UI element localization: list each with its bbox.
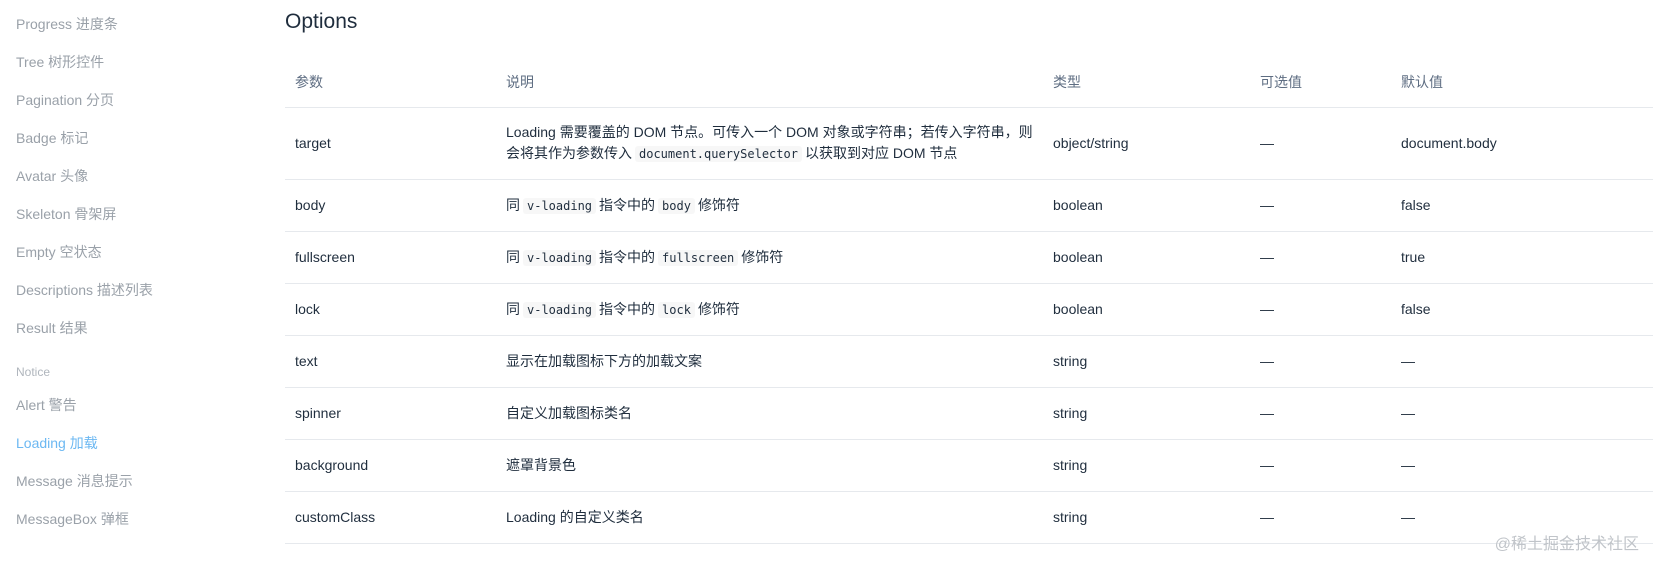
cell-desc: 自定义加载图标类名 [496,387,1043,440]
header-options: 可选值 [1250,56,1391,108]
cell-param: text [285,335,496,388]
cell-param: customClass [285,491,496,544]
sidebar-item-empty[interactable]: Empty 空状态 [16,242,102,262]
cell-options: — [1250,491,1391,544]
page-title: Options [285,10,358,33]
sidebar-group-notice: Notice [16,365,51,379]
sidebar-item-badge[interactable]: Badge 标记 [16,128,88,148]
cell-desc: 同 v-loading 指令中的 lock 修饰符 [496,283,1043,336]
header-default: 默认值 [1391,56,1653,108]
desc-text: 修饰符 [697,196,740,213]
cell-param: body [285,179,496,232]
cell-desc: 同 v-loading 指令中的 body 修饰符 [496,179,1043,232]
code-snippet: v-loading [523,301,597,318]
code-snippet: fullscreen [658,249,739,266]
cell-desc: 显示在加载图标下方的加载文案 [496,335,1043,388]
cell-options: — [1250,387,1391,440]
cell-options: — [1250,283,1391,336]
table-header-row: 参数 说明 类型 可选值 默认值 [285,56,1653,108]
desc-text: 修饰符 [697,300,740,317]
cell-type: boolean [1043,231,1250,284]
cell-desc: Loading 的自定义类名 [496,491,1043,544]
cell-default: true [1391,231,1653,284]
cell-options: — [1250,335,1391,388]
desc-text: 同 [506,196,520,213]
code-snippet: v-loading [523,197,597,214]
sidebar-item-pagination[interactable]: Pagination 分页 [16,90,114,110]
table-row: customClass Loading 的自定义类名 string — — [285,491,1653,544]
sidebar-item-alert[interactable]: Alert 警告 [16,395,77,415]
table-row: fullscreen 同 v-loading 指令中的 fullscreen 修饰符 b… [285,231,1653,284]
table-row: lock 同 v-loading 指令中的 lock 修饰符 boolean — fal… [285,283,1653,336]
sidebar-item-tree[interactable]: Tree 树形控件 [16,52,104,72]
cell-options: — [1250,107,1391,180]
cell-type: string [1043,387,1250,440]
cell-options: — [1250,179,1391,232]
header-type: 类型 [1043,56,1250,108]
table-row: text 显示在加载图标下方的加载文案 string — — [285,335,1653,388]
sidebar-nav: Progress 进度条 Tree 树形控件 Pagination 分页 Bad… [0,0,250,570]
cell-type: string [1043,335,1250,388]
desc-text: 同 [506,300,520,317]
cell-options: — [1250,231,1391,284]
cell-desc: Loading 需要覆盖的 DOM 节点。可传入一个 DOM 对象或字符串；若传… [496,107,1043,180]
table-row: body 同 v-loading 指令中的 body 修饰符 boolean — fal… [285,179,1653,232]
desc-text: 指令中的 [599,196,656,213]
cell-param: background [285,439,496,492]
options-table: 参数 说明 类型 可选值 默认值 target Loading 需要覆盖的 DO… [285,56,1653,544]
header-desc: 说明 [496,56,1043,108]
table-row: background 遮罩背景色 string — — [285,439,1653,492]
table-row: spinner 自定义加载图标类名 string — — [285,387,1653,440]
cell-type: boolean [1043,283,1250,336]
desc-text: 以获取到对应 DOM 节点 [804,145,958,161]
sidebar-item-avatar[interactable]: Avatar 头像 [16,166,88,186]
header-param: 参数 [285,56,496,108]
cell-param: fullscreen [285,231,496,284]
cell-default: document.body [1391,107,1653,180]
watermark: @稀土掘金技术社区 [1494,536,1639,553]
cell-type: boolean [1043,179,1250,232]
cell-default: false [1391,179,1653,232]
main-content: Options 参数 说明 类型 可选值 默认值 target Loading … [285,0,1653,570]
sidebar-item-messagebox[interactable]: MessageBox 弹框 [16,509,129,529]
cell-default: — [1391,387,1653,440]
code-snippet: body [658,197,695,214]
sidebar-item-result[interactable]: Result 结果 [16,318,88,338]
cell-default: — [1391,335,1653,388]
sidebar-item-descriptions[interactable]: Descriptions 描述列表 [16,280,153,300]
cell-type: object/string [1043,107,1250,180]
cell-default: — [1391,439,1653,492]
table-row: target Loading 需要覆盖的 DOM 节点。可传入一个 DOM 对象… [285,107,1653,180]
sidebar-item-progress[interactable]: Progress 进度条 [16,14,118,34]
sidebar-item-message[interactable]: Message 消息提示 [16,471,133,491]
cell-default: false [1391,283,1653,336]
code-snippet: document.querySelector [635,146,802,162]
sidebar-item-loading[interactable]: Loading 加载 [16,433,98,453]
cell-param: target [285,107,496,180]
cell-type: string [1043,491,1250,544]
sidebar-item-skeleton[interactable]: Skeleton 骨架屏 [16,204,116,224]
desc-text: 同 [506,248,520,265]
desc-text: 指令中的 [599,248,656,265]
code-snippet: v-loading [523,249,597,266]
cell-type: string [1043,439,1250,492]
cell-param: lock [285,283,496,336]
desc-text: 修饰符 [741,248,784,265]
desc-text: 指令中的 [599,300,656,317]
code-snippet: lock [658,301,695,318]
cell-desc: 同 v-loading 指令中的 fullscreen 修饰符 [496,231,1043,284]
cell-param: spinner [285,387,496,440]
cell-desc: 遮罩背景色 [496,439,1043,492]
cell-options: — [1250,439,1391,492]
